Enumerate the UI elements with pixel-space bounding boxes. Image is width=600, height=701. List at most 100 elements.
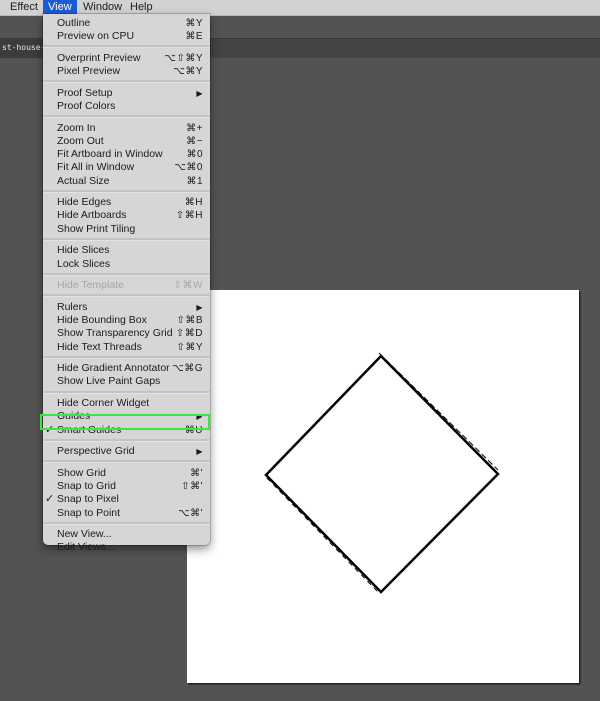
menu-help[interactable]: Help: [125, 0, 158, 15]
menu-item-label: Hide Bounding Box: [57, 314, 147, 327]
menu-item-label: Hide Edges: [57, 196, 112, 209]
menu-item-shortcut: ⌘0: [186, 149, 203, 161]
menu-item-label: Perspective Grid: [57, 445, 135, 458]
menu-item-hide-slices[interactable]: Hide Slices: [43, 244, 210, 257]
menu-item-label: Snap to Pixel: [57, 493, 119, 506]
menu-item-snap-to-pixel[interactable]: ✓ Snap to Pixel: [43, 493, 210, 506]
menu-item-label: New View...: [57, 528, 112, 541]
menu-item-shortcut: ⌘': [190, 467, 203, 479]
menu-item-perspective-grid[interactable]: Perspective Grid ▶: [43, 445, 210, 458]
menu-item-label: Lock Slices: [57, 257, 111, 270]
menu-item-label: Zoom Out: [57, 134, 104, 147]
menu-item-shortcut: ⇧⌘W: [173, 280, 203, 292]
menu-separator: [43, 272, 210, 276]
menu-item-new-view[interactable]: New View...: [43, 528, 210, 541]
menu-item-label: Hide Gradient Annotator: [57, 362, 170, 375]
menu-separator: [43, 355, 210, 359]
diamond-path[interactable]: [264, 354, 500, 594]
menu-item-show-grid[interactable]: Show Grid ⌘': [43, 467, 210, 480]
menu-item-label: Show Transparency Grid: [57, 327, 173, 340]
menu-item-shortcut: ⌘U: [184, 424, 203, 436]
artboard[interactable]: [187, 290, 579, 683]
menu-item-hide-text-threads[interactable]: Hide Text Threads ⇧⌘Y: [43, 341, 210, 354]
menu-separator: [43, 237, 210, 241]
menu-item-hide-gradient-annotator[interactable]: Hide Gradient Annotator ⌥⌘G: [43, 362, 210, 375]
menu-item-label: Snap to Grid: [57, 480, 116, 493]
menu-item-label: Hide Corner Widget: [57, 397, 150, 410]
menu-item-label: Show Live Paint Gaps: [57, 375, 161, 388]
menu-item-hide-bounding-box[interactable]: Hide Bounding Box ⇧⌘B: [43, 314, 210, 327]
document-tab[interactable]: st-house-lo: [0, 38, 46, 58]
menu-item-label: Proof Colors: [57, 100, 116, 112]
submenu-arrow-icon: ▶: [196, 412, 203, 422]
menu-item-snap-to-point[interactable]: Snap to Point ⌥⌘': [43, 507, 210, 520]
menu-item-shortcut: ⇧⌘H: [175, 210, 203, 222]
menu-item-label: Outline: [57, 17, 91, 29]
menu-item-label: Show Grid: [57, 466, 107, 479]
submenu-arrow-icon: ▶: [196, 88, 203, 98]
menu-item-zoom-in[interactable]: Zoom In ⌘+: [43, 122, 210, 135]
menu-item-zoom-out[interactable]: Zoom Out ⌘−: [43, 135, 210, 148]
menu-separator: [43, 45, 210, 49]
menu-item-label: Preview on CPU: [57, 30, 135, 43]
menu-item-shortcut: ⌘E: [185, 31, 203, 43]
menu-separator: [43, 294, 210, 298]
menu-item-shortcut: ⌥⌘Y: [173, 66, 203, 78]
menu-item-hide-template: Hide Template ⇧⌘W: [43, 279, 210, 292]
menu-item-overprint-preview[interactable]: Overprint Preview ⌥⇧⌘Y: [43, 52, 210, 65]
menu-item-proof-setup[interactable]: Proof Setup ▶: [43, 87, 210, 100]
menu-item-shortcut: ⌥⌘G: [172, 363, 203, 375]
menu-item-label: Proof Setup: [57, 86, 113, 99]
menu-item-show-transparency-grid[interactable]: Show Transparency Grid ⇧⌘D: [43, 327, 210, 340]
menu-item-label: Smart Guides: [57, 423, 122, 436]
menu-item-snap-to-grid[interactable]: Snap to Grid ⇧⌘': [43, 480, 210, 493]
menu-item-hide-edges[interactable]: Hide Edges ⌘H: [43, 196, 210, 209]
menu-window[interactable]: Window: [78, 0, 127, 15]
menu-item-preview-on-cpu[interactable]: Preview on CPU ⌘E: [43, 30, 210, 43]
menu-item-edit-views[interactable]: Edit Views...: [43, 541, 210, 554]
menu-item-label: Hide Text Threads: [57, 340, 142, 353]
menu-item-label: Edit Views...: [57, 541, 115, 554]
menu-item-label: Pixel Preview: [57, 65, 121, 78]
menu-item-shortcut: ⇧⌘': [181, 481, 203, 493]
menu-item-label: Rulers: [57, 300, 88, 313]
menu-separator: [43, 390, 210, 394]
menu-item-guides[interactable]: Guides ▶: [43, 410, 210, 423]
menu-item-label: Overprint Preview: [57, 51, 141, 64]
menu-item-lock-slices[interactable]: Lock Slices: [43, 258, 210, 271]
menu-item-actual-size[interactable]: Actual Size ⌘1: [43, 175, 210, 188]
menu-item-fit-all-in-window[interactable]: Fit All in Window ⌥⌘0: [43, 161, 210, 174]
view-menu: Outline ⌘Y Preview on CPU ⌘E Overprint Previ…: [43, 14, 210, 553]
menu-item-outline[interactable]: Outline ⌘Y: [43, 17, 210, 30]
stroke-artifact: [266, 477, 381, 595]
submenu-arrow-icon: ▶: [196, 302, 203, 312]
menu-separator: [43, 80, 210, 84]
menu-separator: [43, 460, 210, 464]
menu-item-shortcut: ⇧⌘B: [176, 315, 203, 327]
menu-item-proof-colors[interactable]: Proof Colors: [43, 100, 210, 113]
menu-item-pixel-preview[interactable]: Pixel Preview ⌥⌘Y: [43, 65, 210, 78]
menu-separator: [43, 115, 210, 119]
menu-item-shortcut: ⌥⇧⌘Y: [164, 52, 203, 64]
menu-item-hide-corner-widget[interactable]: Hide Corner Widget: [43, 397, 210, 410]
menu-item-show-live-paint-gaps[interactable]: Show Live Paint Gaps: [43, 375, 210, 388]
menu-item-fit-artboard-in-window[interactable]: Fit Artboard in Window ⌘0: [43, 148, 210, 161]
checkmark-icon: ✓: [45, 493, 55, 506]
menu-item-label: Hide Slices: [57, 244, 110, 257]
diamond-shape[interactable]: [187, 290, 579, 683]
menu-item-rulers[interactable]: Rulers ▶: [43, 301, 210, 314]
menu-effect[interactable]: Effect: [5, 0, 43, 15]
menu-item-shortcut: ⇧⌘Y: [176, 341, 203, 353]
menu-item-shortcut: ⌘+: [186, 122, 203, 134]
menu-view[interactable]: View: [43, 0, 77, 15]
menu-item-shortcut: ⌘H: [184, 197, 203, 209]
menu-item-smart-guides[interactable]: ✓ Smart Guides ⌘U: [43, 424, 210, 437]
menu-item-label: Hide Artboards: [57, 209, 127, 222]
menu-item-hide-artboards[interactable]: Hide Artboards ⇧⌘H: [43, 209, 210, 222]
menu-item-show-print-tiling[interactable]: Show Print Tiling: [43, 223, 210, 236]
menu-item-shortcut: ⌘1: [186, 175, 203, 187]
menu-item-label: Fit Artboard in Window: [57, 148, 163, 161]
menu-item-shortcut: ⌘Y: [185, 18, 203, 29]
menu-item-label: Show Print Tiling: [57, 222, 136, 235]
menu-separator: [43, 438, 210, 442]
